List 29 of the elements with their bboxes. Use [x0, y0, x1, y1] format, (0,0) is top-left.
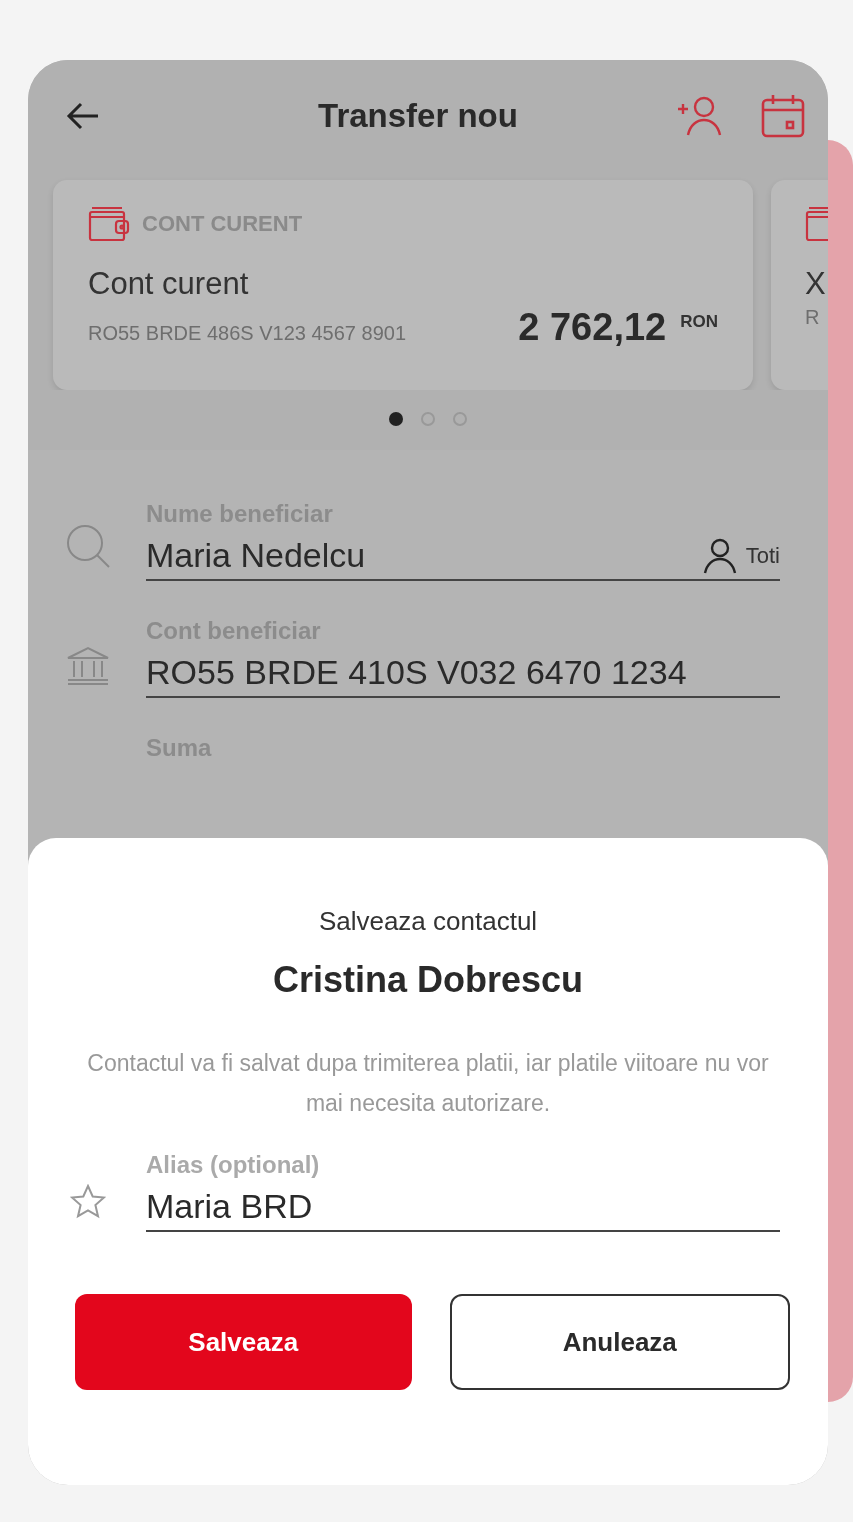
- add-person-icon[interactable]: [676, 95, 724, 137]
- calendar-icon[interactable]: [760, 93, 806, 139]
- input-field[interactable]: RO55 BRDE 410S V032 6470 1234: [146, 653, 780, 692]
- account-iban: RO55 BRDE 486S V123 4567 8901: [88, 322, 406, 345]
- back-arrow-icon[interactable]: [66, 101, 100, 131]
- all-contacts-button[interactable]: Toti: [701, 537, 780, 574]
- info-text: Contactul va fi salvat dupa trimiterea platii, iar platile viitoare nu vor mai necesita autorizare.: [86, 1049, 770, 1118]
- currency-label: RON: [680, 312, 718, 332]
- pager-dot[interactable]: [453, 412, 467, 426]
- pager-dot[interactable]: [421, 412, 435, 426]
- alias-field[interactable]: Maria BRD: [146, 1187, 780, 1226]
- account-name: Cont curent: [88, 266, 250, 302]
- wallet-icon: [88, 206, 130, 242]
- account-card[interactable]: X R: [771, 180, 828, 390]
- cancel-button[interactable]: Anuleaza: [449, 1294, 790, 1390]
- save-button[interactable]: Salveaza: [75, 1294, 412, 1390]
- sheet-subtitle: Salveaza contactul: [318, 906, 538, 937]
- account-iban: R: [805, 306, 820, 329]
- bank-icon: [65, 646, 111, 686]
- account-balance: 2 762,12: [518, 306, 667, 349]
- account-name: X: [805, 266, 827, 302]
- input-field[interactable]: Maria Nedelcu: [146, 536, 702, 575]
- pager-dot[interactable]: [389, 412, 403, 426]
- screen-title: Transfer nou: [317, 97, 519, 135]
- star-icon: [70, 1184, 106, 1220]
- search-icon: [65, 523, 111, 569]
- contact-name: Cristina Dobrescu: [272, 959, 584, 1001]
- person-icon: [701, 537, 738, 574]
- field-label: Alias (optional): [146, 1151, 320, 1179]
